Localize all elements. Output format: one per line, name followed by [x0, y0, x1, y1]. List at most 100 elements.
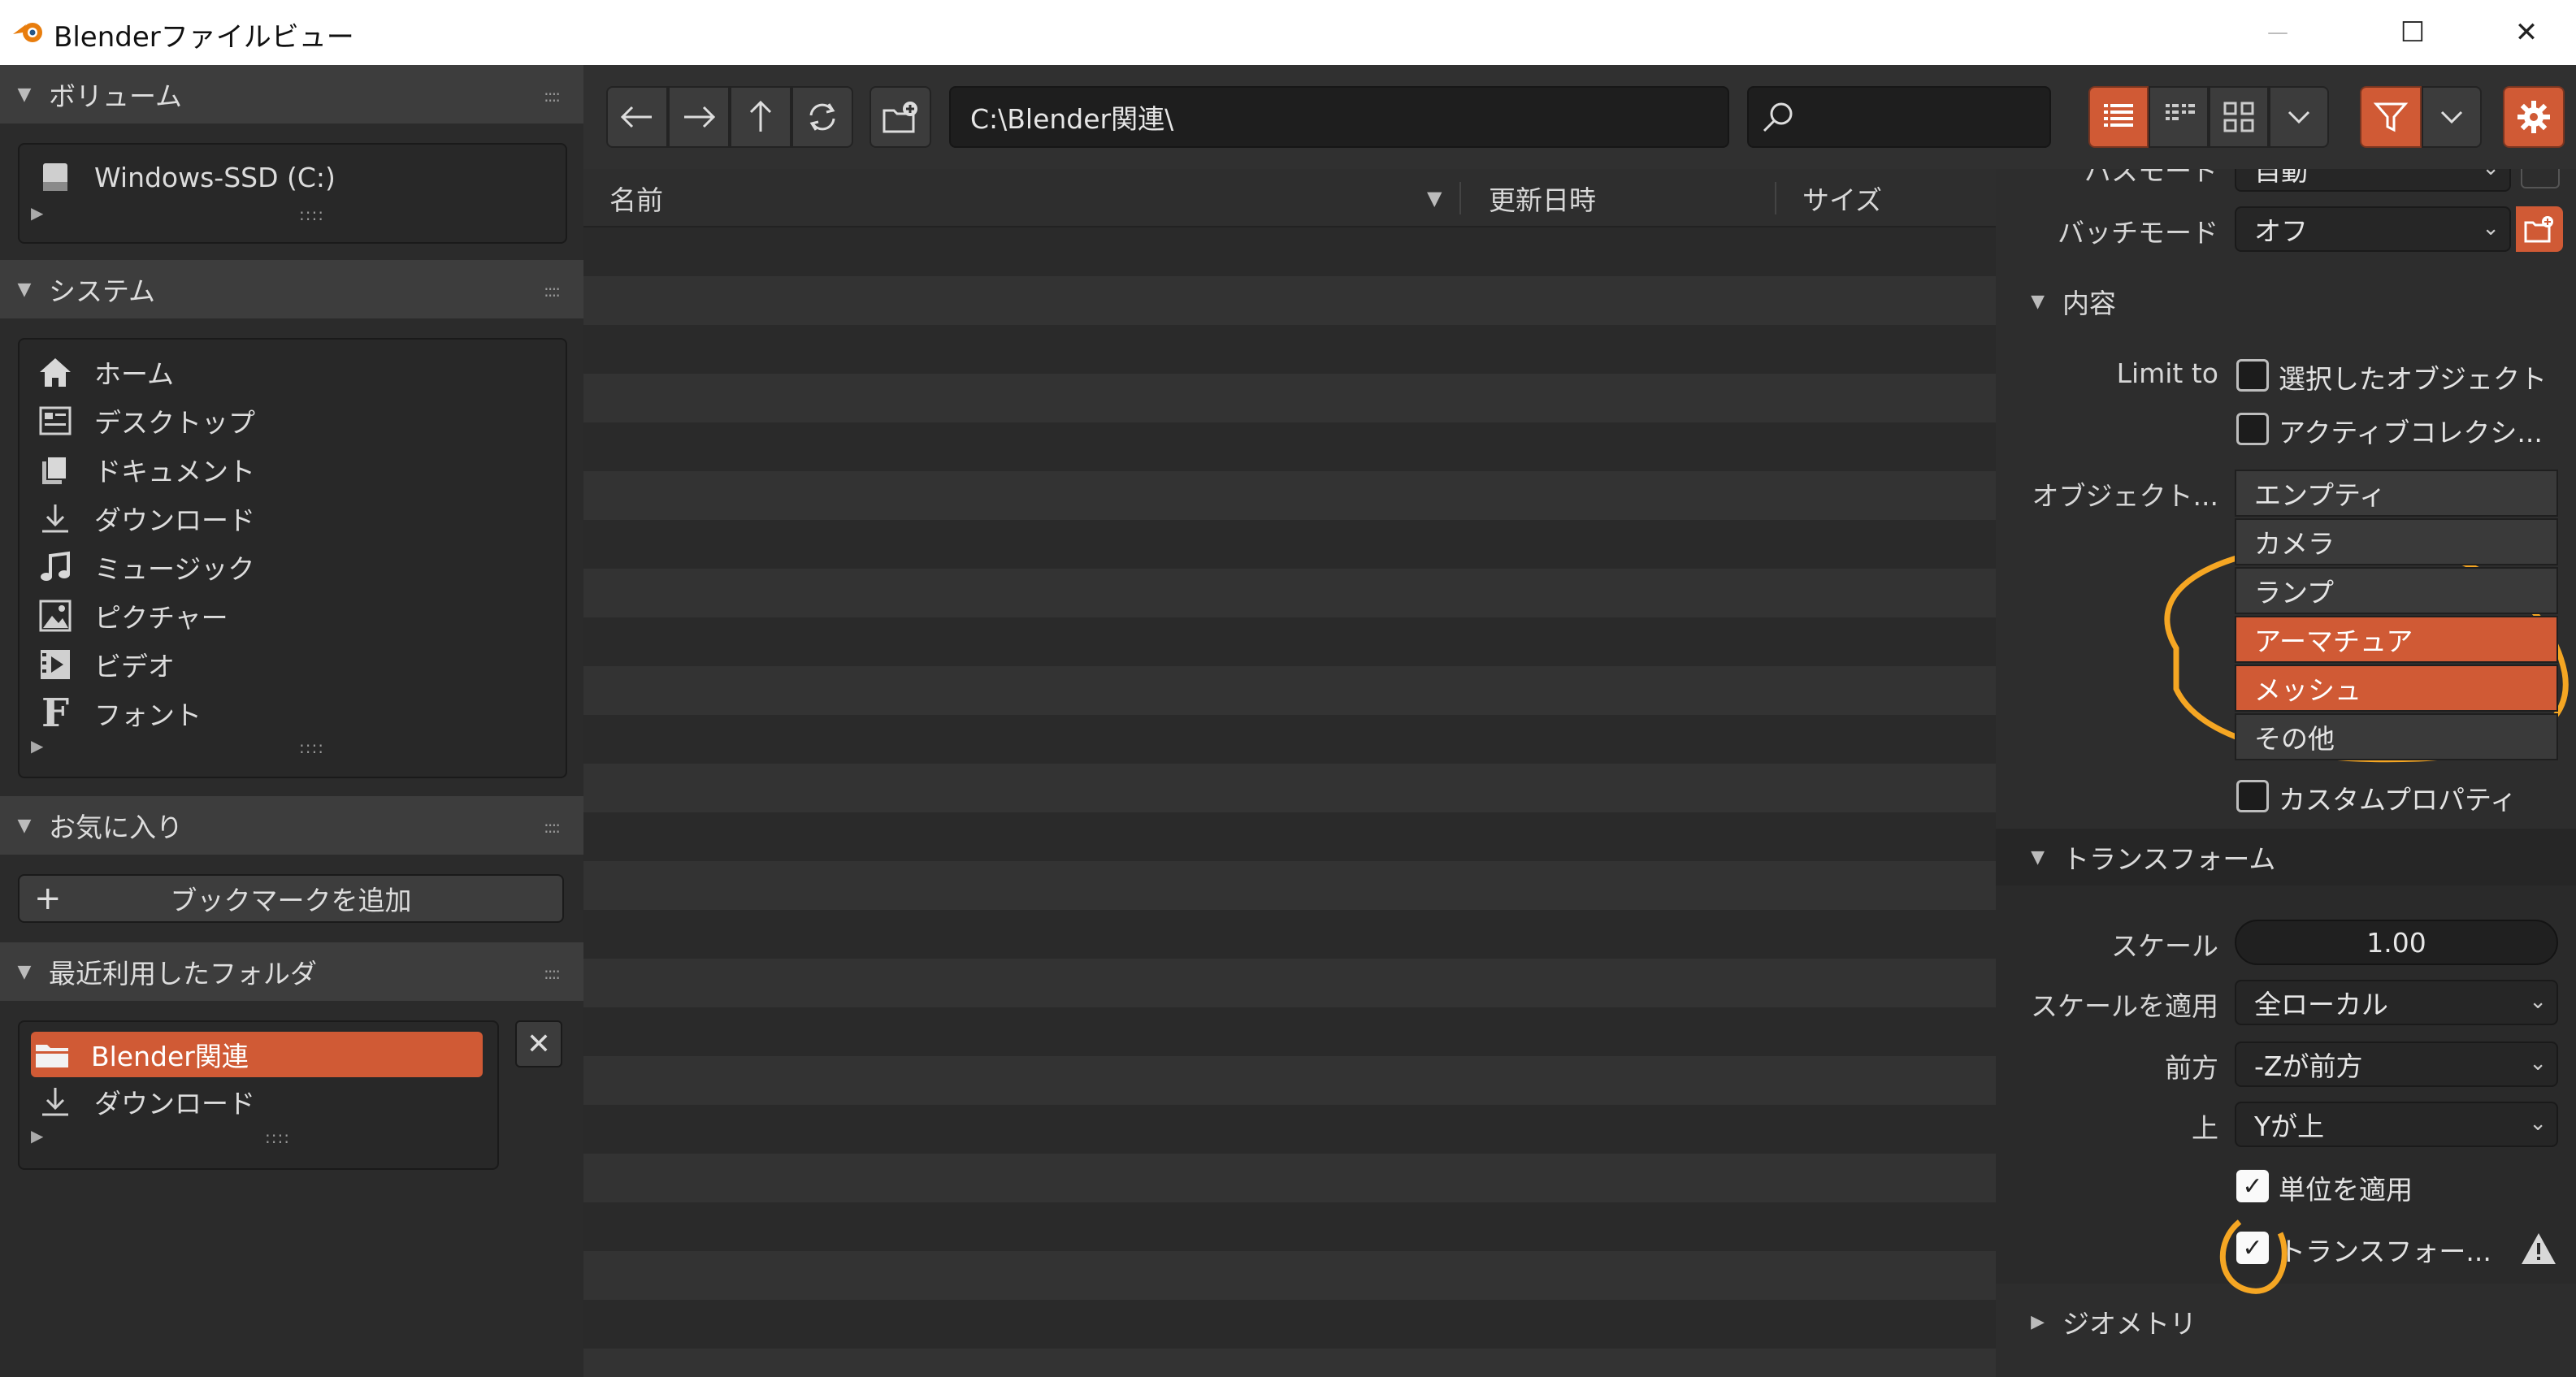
title-bar: Blenderファイルビュー — ☐ ✕ [0, 0, 2576, 65]
path-field[interactable]: C:\Blender関連\ [949, 86, 1729, 148]
resize-grip-icon[interactable]: :::: [299, 738, 324, 757]
object-type-item[interactable]: メッシュ [2235, 665, 2558, 712]
plus-icon: + [34, 880, 62, 917]
column-header-modified[interactable]: 更新日時 [1489, 169, 1596, 227]
thumbnails-icon [2223, 102, 2254, 132]
volume-item-c[interactable]: Windows-SSD (C:) [34, 154, 336, 200]
remove-recent-button[interactable]: ✕ [515, 1020, 562, 1067]
add-bookmark-button[interactable]: + ブックマークを追加 [18, 874, 564, 923]
sidebar-item-downloads[interactable]: ダウンロード [34, 496, 255, 541]
display-horizontal-list-button[interactable] [2149, 86, 2209, 148]
file-row-stripe [583, 520, 1996, 569]
display-mode-dropdown[interactable] [2269, 86, 2329, 148]
file-row-stripe [583, 666, 1996, 715]
expand-triangle-icon[interactable]: ▶ [31, 203, 43, 223]
recent-list: Blender関連 ダウンロード ▶ :::: [18, 1020, 499, 1170]
recent-item-label: Blender関連 [91, 1041, 249, 1072]
new-folder-button[interactable] [870, 86, 931, 148]
system-panel-header[interactable]: ▼ システム :::: [0, 260, 583, 318]
search-input[interactable] [1747, 86, 2051, 148]
recent-panel-header[interactable]: ▼ 最近利用したフォルダ :::: [0, 942, 583, 1001]
maximize-button[interactable]: ☐ [2376, 8, 2449, 57]
file-row-stripe [583, 910, 1996, 959]
sidebar-item-videos[interactable]: ビデオ [34, 642, 175, 687]
file-row-stripe [583, 569, 1996, 617]
resize-grip-icon[interactable]: :::: [299, 205, 324, 224]
object-type-item[interactable]: ランプ [2235, 567, 2558, 614]
file-row-stripe [583, 276, 1996, 325]
refresh-button[interactable] [791, 86, 853, 148]
expand-triangle-icon[interactable]: ▶ [31, 736, 43, 756]
filter-toggle-button[interactable] [2360, 86, 2422, 148]
object-type-item[interactable]: その他 [2235, 713, 2558, 760]
column-divider[interactable] [1459, 182, 1461, 214]
file-row-stripe [583, 1154, 1996, 1202]
column-divider[interactable] [1775, 182, 1776, 214]
sidebar-item-desktop[interactable]: デスクトップ [34, 398, 255, 444]
display-vertical-list-button[interactable] [2088, 86, 2149, 148]
favorites-panel-header[interactable]: ▼ お気に入り :::: [0, 796, 583, 855]
file-row-stripe [583, 617, 1996, 666]
file-row-stripe [583, 959, 1996, 1007]
sidebar-item-label: ビデオ [94, 651, 175, 682]
file-row-stripe [583, 1056, 1996, 1105]
system-header-label: システム [49, 275, 156, 307]
file-row-stripe [583, 1202, 1996, 1251]
sidebar-item-home[interactable]: ホーム [34, 349, 174, 395]
recent-item-label: ダウンロード [94, 1088, 255, 1119]
chevron-down-icon [2288, 110, 2310, 124]
expand-triangle-icon[interactable]: ▶ [31, 1126, 43, 1145]
drag-grip-icon[interactable]: :::: [544, 817, 561, 837]
file-row-stripe [583, 325, 1996, 374]
download-icon [34, 500, 76, 536]
sidebar-item-music[interactable]: ミュージック [34, 544, 254, 590]
sort-descending-icon[interactable]: ▼ [1427, 169, 1442, 227]
collapse-triangle-icon: ▼ [17, 815, 32, 836]
column-header-name[interactable]: 名前 [609, 169, 663, 227]
file-row-stripe [583, 227, 1996, 276]
parent-directory-button[interactable] [730, 86, 791, 148]
drag-grip-icon[interactable]: :::: [544, 963, 561, 983]
recent-item-downloads[interactable]: ダウンロード [34, 1079, 255, 1124]
filter-dropdown[interactable] [2422, 86, 2482, 148]
volume-item-label: Windows-SSD (C:) [94, 161, 336, 193]
drive-icon [34, 159, 76, 195]
search-icon [1763, 102, 1793, 132]
sidebar-item-fonts[interactable]: F フォント [34, 691, 202, 736]
column-header-size[interactable]: サイズ [1802, 169, 1882, 227]
object-type-item[interactable]: エンプティ [2235, 470, 2558, 517]
collapse-triangle-icon: ▼ [17, 84, 32, 105]
add-bookmark-label: ブックマークを追加 [170, 885, 412, 916]
file-row-stripe [583, 861, 1996, 910]
collapse-triangle-icon: ▼ [17, 961, 32, 982]
file-row-stripe [583, 1300, 1996, 1349]
favorites-header-label: お気に入り [49, 812, 183, 843]
recent-item-blender[interactable]: Blender関連 [31, 1032, 483, 1077]
sidebar-item-documents[interactable]: ドキュメント [34, 447, 255, 492]
export-options-panel: パスモード 自動⌄ バッチモード オフ⌄ ▼ 内容 Limit to 選択したオ… [1996, 169, 2576, 1377]
volumes-panel-header[interactable]: ▼ ボリューム :::: [0, 65, 583, 123]
sidebar-item-pictures[interactable]: ピクチャー [34, 593, 228, 639]
folder-icon [31, 1037, 73, 1072]
back-button[interactable] [606, 86, 668, 148]
object-type-item[interactable]: カメラ [2235, 518, 2558, 565]
documents-icon [34, 452, 76, 487]
file-list[interactable]: 名前 ▼ 更新日時 サイズ [583, 169, 1996, 1377]
sidebar: ▼ ボリューム :::: Windows-SSD (C:) ▶ :::: ▼ シ… [0, 65, 583, 1377]
close-window-button[interactable]: ✕ [2490, 8, 2563, 57]
volumes-list: Windows-SSD (C:) ▶ :::: [18, 143, 567, 244]
forward-button[interactable] [668, 86, 730, 148]
sidebar-item-label: ダウンロード [94, 504, 255, 536]
settings-button[interactable] [2503, 86, 2565, 148]
drag-grip-icon[interactable]: :::: [544, 86, 561, 106]
object-type-item[interactable]: アーマチュア [2235, 616, 2558, 663]
desktop-icon [34, 403, 76, 439]
column-header-row [583, 169, 1996, 227]
arrow-right-icon [684, 106, 716, 128]
home-icon [34, 354, 76, 390]
annotation-circle-apply-transform [2219, 1219, 2288, 1294]
display-thumbnails-button[interactable] [2209, 86, 2269, 148]
drag-grip-icon[interactable]: :::: [544, 281, 561, 301]
resize-grip-icon[interactable]: :::: [265, 1128, 290, 1147]
minimize-button[interactable]: — [2241, 8, 2314, 57]
